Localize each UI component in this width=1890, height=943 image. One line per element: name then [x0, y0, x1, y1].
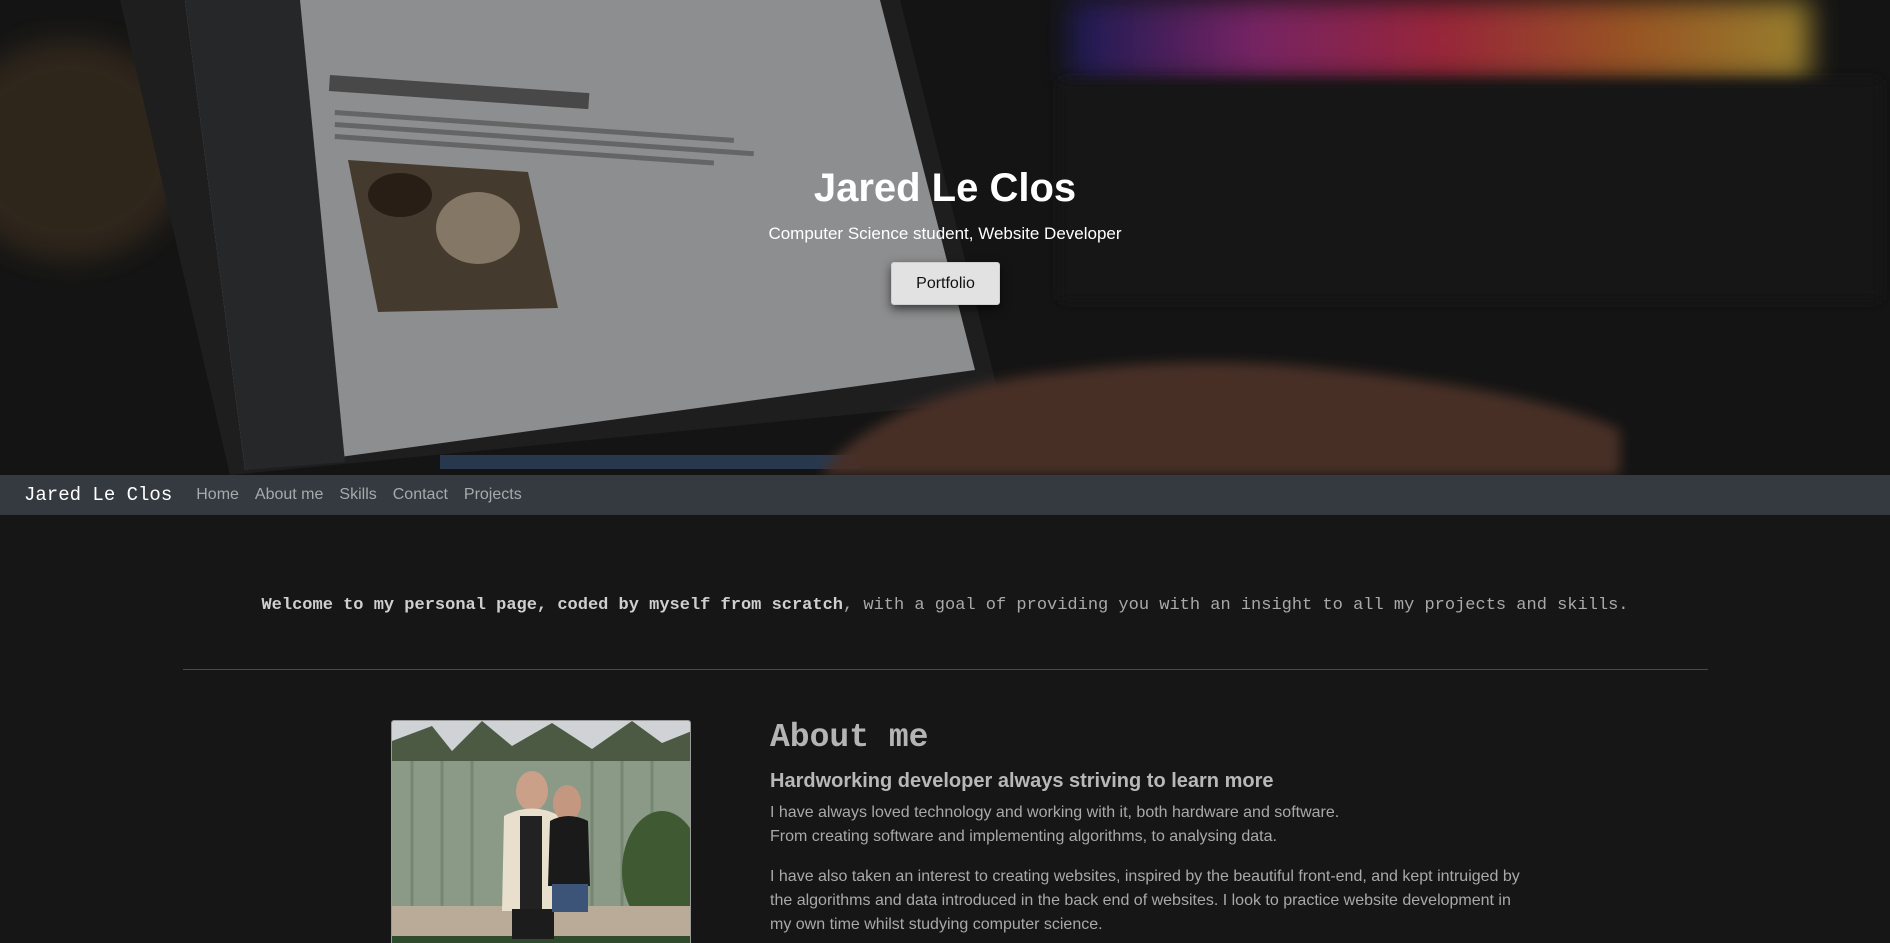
hero-subtitle: Computer Science student, Website Develo… — [768, 224, 1122, 243]
navbar: Jared Le Clos Home About me Skills Conta… — [0, 475, 1890, 515]
section-divider — [183, 669, 1708, 670]
about-paragraph-1-line-1: I have always loved technology and worki… — [770, 804, 1340, 821]
hero-title: Jared Le Clos — [813, 166, 1077, 210]
about-paragraph-1-line-2: From creating software and implementing … — [770, 828, 1277, 845]
about-paragraph-2: I have also taken an interest to creatin… — [770, 868, 1520, 933]
about-subtitle: Hardworking developer always striving to… — [770, 770, 1274, 792]
about-photo-image — [392, 721, 690, 943]
nav-link-contact[interactable]: Contact — [393, 486, 448, 504]
nav-link-projects[interactable]: Projects — [464, 486, 522, 504]
portfolio-button[interactable]: Portfolio — [891, 262, 1000, 305]
welcome-bold-text: Welcome to my personal page, coded by my… — [261, 596, 843, 615]
about-title: About me — [770, 719, 929, 756]
welcome-text: Welcome to my personal page, coded by my… — [0, 596, 1890, 615]
about-photo — [391, 720, 691, 943]
navbar-brand[interactable]: Jared Le Clos — [24, 484, 172, 506]
about-paragraph-1: I have always loved technology and worki… — [770, 801, 1530, 849]
welcome-rest-text: , with a goal of providing you with an i… — [842, 596, 1629, 615]
hero-section: Jared Le Clos Computer Science student, … — [0, 0, 1890, 475]
nav-link-home[interactable]: Home — [196, 486, 239, 504]
nav-link-about-me[interactable]: About me — [255, 486, 323, 504]
nav-link-skills[interactable]: Skills — [339, 486, 376, 504]
